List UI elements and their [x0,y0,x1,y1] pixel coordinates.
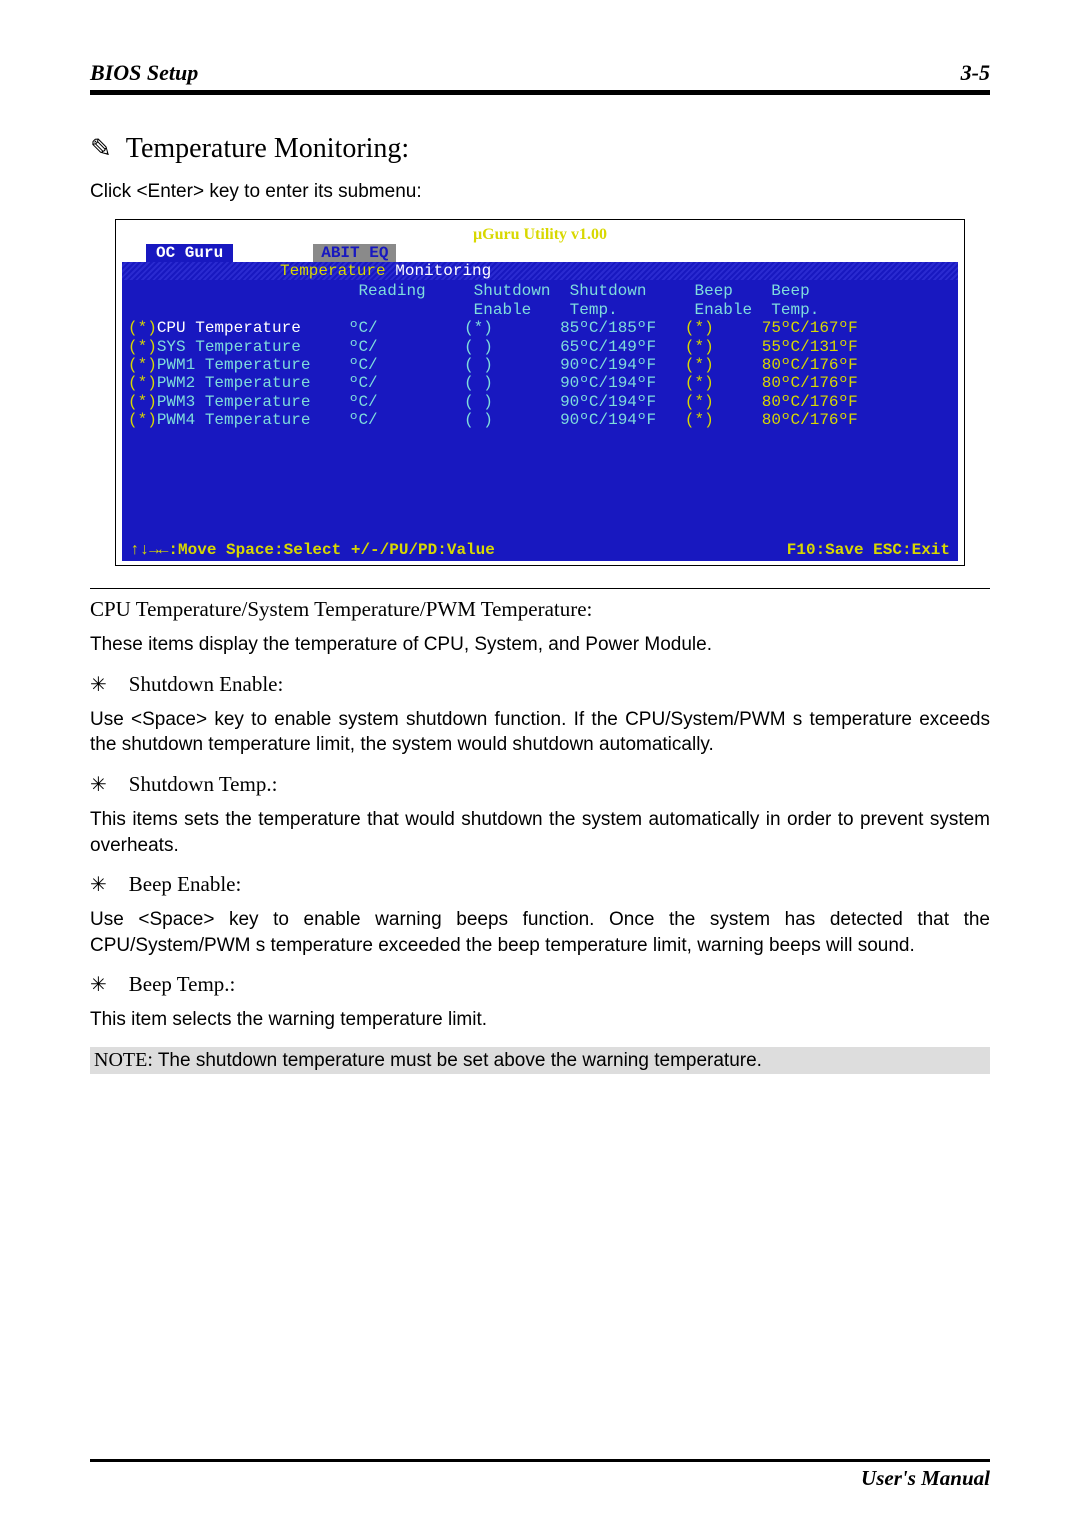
footer-text: User's Manual [90,1466,990,1491]
desc-heading: CPU Temperature/System Temperature/PWM T… [90,597,990,622]
header-right: 3-5 [961,60,990,86]
subheader-right: Monitoring [395,262,491,280]
mid-rule [90,588,990,589]
section-title: Temperature Monitoring: [126,133,409,165]
subheader-left: Temperature [130,262,386,280]
pointing-hand-icon: ✎ [90,134,112,164]
bios-title: µGuru Utility v1.00 [122,224,958,244]
bios-footer-right: F10:Save ESC:Exit [787,541,950,559]
bullet-shutdown-enable: ✳ Shutdown Enable: [90,672,990,697]
bios-tabs: OC Guru ABIT EQ [122,244,958,262]
asterisk-icon: ✳ [90,972,107,997]
bios-footer-left: ↑↓→←:Move Space:Select +/-/PU/PD:Value [130,541,495,559]
desc-p2: Use <Space> key to enable system shutdow… [90,707,990,758]
desc-p3: This items sets the temperature that wou… [90,807,990,858]
bios-subheader: Temperature Monitoring [122,262,958,280]
footer-rule [90,1459,990,1462]
desc-p4: Use <Space> key to enable warning beeps … [90,907,990,958]
asterisk-icon: ✳ [90,772,107,797]
asterisk-icon: ✳ [90,872,107,897]
bullet-label: Shutdown Temp.: [129,772,278,797]
bullet-label: Beep Enable: [129,872,242,897]
header-rule [90,90,990,95]
note-text: The shutdown temperature must be set abo… [153,1050,762,1071]
note-line: NOTE: The shutdown temperature must be s… [90,1047,990,1074]
tab-oc-guru[interactable]: OC Guru [146,244,233,262]
desc-p1: These items display the temperature of C… [90,632,990,658]
bios-table: Reading Shutdown Shutdown Beep Beep Enab… [122,280,958,539]
bullet-beep-temp: ✳ Beep Temp.: [90,972,990,997]
page-footer: User's Manual [90,1459,990,1491]
bios-screenshot: µGuru Utility v1.00 OC Guru ABIT EQ Temp… [115,219,965,566]
note-label: NOTE: [94,1049,153,1071]
bullet-beep-enable: ✳ Beep Enable: [90,872,990,897]
page-header: BIOS Setup 3-5 [90,60,990,86]
bullet-label: Beep Temp.: [129,972,236,997]
tab-abit-eq[interactable]: ABIT EQ [313,244,396,262]
bullet-shutdown-temp: ✳ Shutdown Temp.: [90,772,990,797]
section-heading: ✎ Temperature Monitoring: [90,133,990,165]
section-intro: Click <Enter> key to enter its submenu: [90,179,990,205]
bullet-label: Shutdown Enable: [129,672,284,697]
asterisk-icon: ✳ [90,672,107,697]
header-left: BIOS Setup [90,60,198,86]
desc-p5: This item selects the warning temperatur… [90,1007,990,1033]
bios-footer: ↑↓→←:Move Space:Select +/-/PU/PD:Value F… [122,540,958,561]
